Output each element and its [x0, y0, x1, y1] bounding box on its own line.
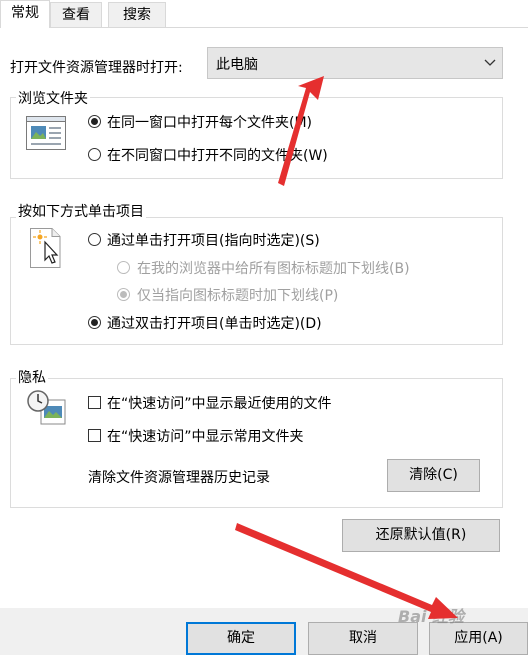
different-window-label: 在不同窗口中打开不同的文件夹(W): [107, 148, 328, 164]
browse-folders-group: [10, 97, 503, 179]
browse-folders-title: 浏览文件夹: [16, 88, 90, 108]
underline-all-label: 在我的浏览器中给所有图标标题加下划线(B): [137, 261, 410, 277]
show-frequent-label: 在“快速访问”中显示常用文件夹: [107, 429, 304, 445]
open-explorer-dropdown[interactable]: 此电脑: [207, 47, 503, 79]
tab-view[interactable]: 查看: [50, 2, 102, 27]
watermark: Bai 经验: [398, 607, 465, 626]
ok-button[interactable]: 确定: [186, 622, 296, 655]
radio-single-click[interactable]: [88, 233, 101, 246]
radio-double-click[interactable]: [88, 316, 101, 329]
double-click-label: 通过双击打开项目(单击时选定)(D): [107, 316, 322, 332]
tab-general[interactable]: 常规: [0, 0, 50, 28]
radio-different-window[interactable]: [88, 148, 101, 161]
radio-underline-hover[interactable]: [117, 288, 130, 301]
folder-window-icon: [26, 116, 66, 150]
checkbox-show-frequent[interactable]: [88, 429, 101, 442]
recent-files-clock-icon: [27, 390, 66, 425]
radio-same-window[interactable]: [88, 115, 101, 128]
restore-defaults-button[interactable]: 还原默认值(R): [342, 519, 500, 552]
clear-history-label: 清除文件资源管理器历史记录: [88, 470, 270, 486]
click-items-title: 按如下方式单击项目: [16, 201, 146, 221]
checkbox-show-recent[interactable]: [88, 396, 101, 409]
same-window-label: 在同一窗口中打开每个文件夹(M): [107, 115, 313, 131]
chevron-down-icon: [484, 59, 496, 66]
radio-underline-all[interactable]: [117, 261, 130, 274]
tab-bar: 常规 查看 搜索: [0, 0, 528, 28]
open-explorer-value: 此电脑: [216, 57, 258, 73]
privacy-title: 隐私: [16, 367, 48, 387]
single-click-label: 通过单击打开项目(指向时选定)(S): [107, 233, 320, 249]
open-explorer-label: 打开文件资源管理器时打开:: [10, 60, 183, 76]
clear-history-button[interactable]: 清除(C): [387, 459, 480, 492]
show-recent-label: 在“快速访问”中显示最近使用的文件: [107, 396, 332, 412]
pointer-click-icon: [30, 228, 61, 268]
tab-search[interactable]: 搜索: [108, 2, 166, 27]
underline-hover-label: 仅当指向图标标题时加下划线(P): [137, 288, 339, 304]
